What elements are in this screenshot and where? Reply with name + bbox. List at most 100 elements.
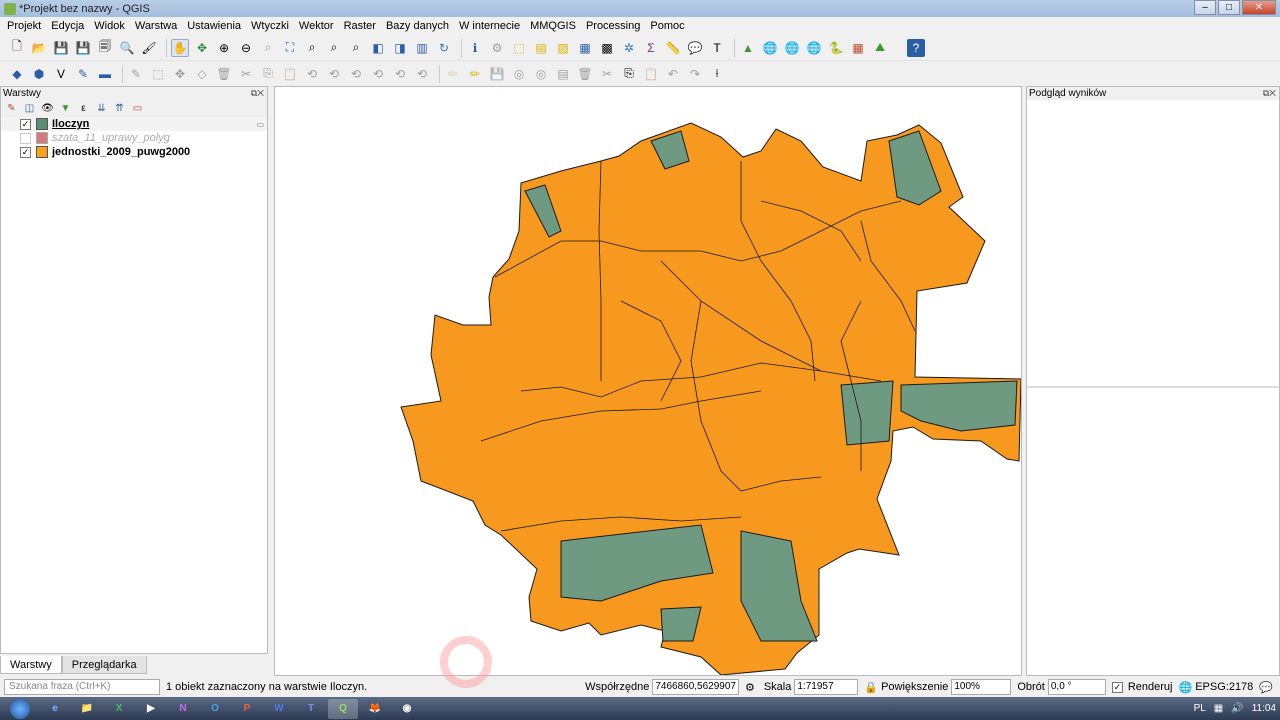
taskbar-excel[interactable]: X <box>104 699 134 719</box>
taskbar-onenote[interactable]: N <box>168 699 198 719</box>
filter-legend-icon[interactable]: ▼ <box>59 102 72 115</box>
action-icon[interactable]: ⚙ <box>488 39 506 57</box>
menu-wtyczki[interactable]: Wtyczki <box>246 20 294 32</box>
terrain-icon[interactable]: ⛰ <box>871 39 889 57</box>
menu-warstwa[interactable]: Warstwa <box>130 20 182 32</box>
offset-curve-icon[interactable]: ⟲ <box>325 65 343 83</box>
measure-icon[interactable]: 📏 <box>664 39 682 57</box>
taskbar-outlook[interactable]: O <box>200 699 230 719</box>
help-icon[interactable]: ? <box>907 38 925 57</box>
globe-search-icon[interactable]: 🌐 <box>783 39 801 57</box>
delete-selected-icon[interactable]: 🗑 <box>215 65 233 83</box>
taskbar-teams[interactable]: T <box>296 699 326 719</box>
taskbar-qgis[interactable]: Q <box>328 698 358 719</box>
save-project-icon[interactable]: 💾 <box>52 39 70 57</box>
add-raster-icon[interactable]: ▬ <box>96 65 114 83</box>
bookmark-icon[interactable]: ▥ <box>413 39 431 57</box>
style-manager-icon[interactable]: 🖌 <box>140 39 158 57</box>
layer-visibility-checkbox[interactable]: ✓ <box>20 118 31 130</box>
clock[interactable]: 11:04 <box>1252 703 1276 714</box>
locator-search-input[interactable]: Szukana fraza (Ctrl+K) <box>4 679 160 695</box>
panel-float-close-icon[interactable]: ⧉✕ <box>251 88 267 99</box>
save-edits-icon[interactable]: 💾 <box>488 65 506 83</box>
globe-nav-icon[interactable]: 🌐 <box>805 39 823 57</box>
render-checkbox[interactable]: ✓ <box>1111 681 1123 693</box>
menu-processing[interactable]: Processing <box>581 20 645 32</box>
deselect-icon[interactable]: ▨ <box>554 39 572 57</box>
volume-icon[interactable]: 🔊 <box>1231 703 1243 714</box>
fill-ring-icon[interactable]: ◎ <box>532 65 550 83</box>
taskbar-explorer[interactable]: 📁 <box>72 699 102 719</box>
coordinate-field[interactable]: 7466860,5629907 <box>652 679 739 695</box>
statistics-sum-icon[interactable]: Σ <box>642 39 660 57</box>
edit-pencil-yellow-icon[interactable]: ✏ <box>466 65 484 83</box>
merge-features-icon[interactable]: ⟲ <box>369 65 387 83</box>
manage-visibility-icon[interactable]: 👁 <box>41 102 54 115</box>
taskbar-ie[interactable]: e <box>40 699 70 719</box>
zoom-last-icon[interactable]: ◧ <box>369 39 387 57</box>
toggle-edit-icon[interactable]: ✎ <box>127 65 145 83</box>
filter-expression-icon[interactable]: ε <box>77 102 90 115</box>
add-feature-icon[interactable]: ⬚ <box>149 65 167 83</box>
paste-icon[interactable]: 📋 <box>642 65 660 83</box>
node-tool-icon[interactable]: ◇ <box>193 65 211 83</box>
copy-features-icon[interactable]: ⎘ <box>259 65 277 83</box>
language-indicator[interactable]: PL <box>1194 703 1206 714</box>
zoom-field[interactable]: 100% <box>951 679 1012 695</box>
python-console-icon[interactable]: 🐍 <box>827 39 845 57</box>
reshape-icon[interactable]: ⟲ <box>303 65 321 83</box>
scale-field[interactable]: 1:71957 <box>794 679 859 695</box>
new-project-icon[interactable]: 🗋 <box>8 39 26 57</box>
edit-pencil-icon[interactable]: ✏ <box>444 65 462 83</box>
undo-icon[interactable]: ↶ <box>664 65 682 83</box>
layer-item-iloczyn[interactable]: ✓ Iloczyn ▭ <box>1 117 267 131</box>
taskbar-media[interactable]: ▶ <box>136 699 166 719</box>
taskbar-word[interactable]: W <box>264 699 294 719</box>
zoom-selection-icon[interactable]: ⌕ <box>303 39 321 57</box>
select-by-value-icon[interactable]: ▤ <box>532 39 550 57</box>
select-features-icon[interactable]: ⬚ <box>510 39 528 57</box>
menu-edycja[interactable]: Edycja <box>46 20 89 32</box>
menu-bazy-danych[interactable]: Bazy danych <box>381 20 454 32</box>
attribute-table-icon[interactable]: ▦ <box>576 39 594 57</box>
rotate-point-icon[interactable]: ⟲ <box>391 65 409 83</box>
layer-item-szata[interactable]: szata_11_uprawy_polyg <box>1 131 267 145</box>
paste-features-icon[interactable]: 📋 <box>281 65 299 83</box>
zoom-magnify-icon[interactable]: ⌕ <box>259 39 277 57</box>
zoom-layer-icon[interactable]: ⌕ <box>325 39 343 57</box>
add-vector-layer-icon[interactable]: ◆ <box>8 65 26 83</box>
menu-mmqgis[interactable]: MMQGIS <box>525 20 581 32</box>
pan-to-selection-icon[interactable]: ✥ <box>193 39 211 57</box>
globe-icon[interactable]: 🌐 <box>761 39 779 57</box>
zoom-in-icon[interactable]: ⊕ <box>215 39 233 57</box>
label-tool-icon[interactable]: ⟊ <box>708 65 726 83</box>
raster-calc-icon[interactable]: ▦ <box>849 39 867 57</box>
taskbar-powerpoint[interactable]: P <box>232 699 262 719</box>
menu-wektor[interactable]: Wektor <box>294 20 339 32</box>
style-layer-icon[interactable]: ✎ <box>5 102 18 115</box>
add-group-icon[interactable]: ◫ <box>23 102 36 115</box>
tab-warstwy[interactable]: Warstwy <box>0 656 62 674</box>
remove-layer-icon[interactable]: ▭ <box>131 102 144 115</box>
open-project-icon[interactable]: 📂 <box>30 39 48 57</box>
menu-w-internecie[interactable]: W internecie <box>454 20 525 32</box>
crs-icon[interactable]: 🌐 <box>1179 681 1193 694</box>
maximize-button[interactable]: □ <box>1218 0 1240 15</box>
layer-visibility-checkbox[interactable]: ✓ <box>20 146 31 158</box>
field-calculator-icon[interactable]: ▩ <box>598 39 616 57</box>
coordinate-toggle-icon[interactable]: ⚙ <box>745 681 755 694</box>
cut-features-icon[interactable]: ✂ <box>237 65 255 83</box>
taskbar-firefox[interactable]: 🦊 <box>360 699 390 719</box>
zoom-next-icon[interactable]: ◨ <box>391 39 409 57</box>
pan-icon[interactable]: ✋ <box>171 38 189 57</box>
lock-scale-icon[interactable]: 🔒 <box>864 681 878 694</box>
network-icon[interactable]: ▦ <box>1214 703 1223 714</box>
minimize-button[interactable]: – <box>1194 0 1216 15</box>
add-vector-v-icon[interactable]: V <box>52 65 70 83</box>
zoom-full-icon[interactable]: ⛶ <box>281 39 299 57</box>
cut-icon[interactable]: ✂ <box>598 65 616 83</box>
print-composer-icon[interactable]: 🗐 <box>96 39 114 57</box>
zoom-out-icon[interactable]: ⊖ <box>237 39 255 57</box>
processing-toolbox-icon[interactable]: ✲ <box>620 39 638 57</box>
delete-part-icon[interactable]: ▤ <box>554 65 572 83</box>
